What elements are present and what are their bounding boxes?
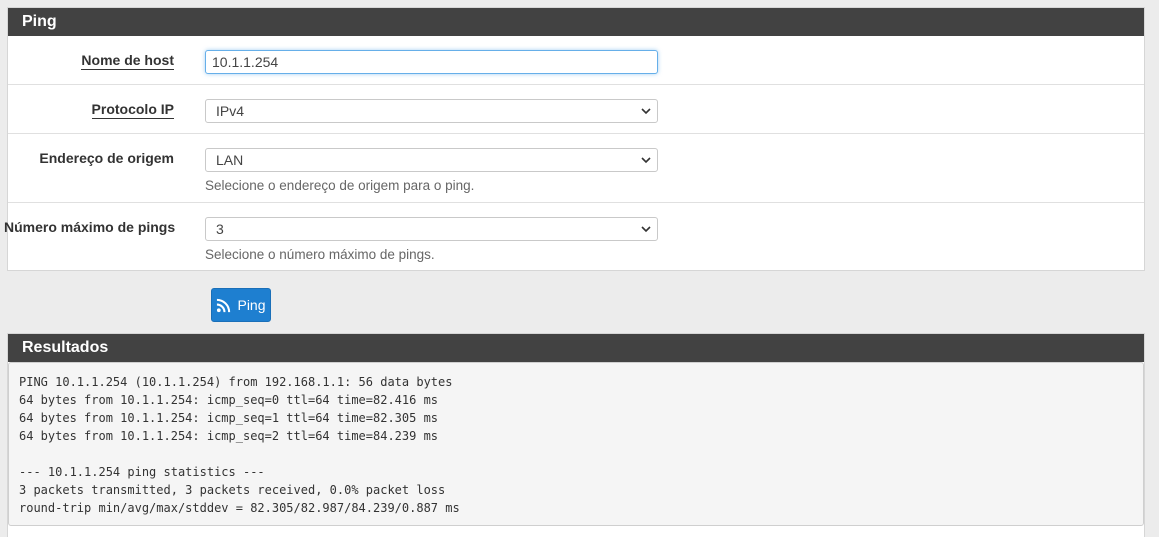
result-line: --- 10.1.1.254 ping statistics --- — [19, 465, 265, 479]
max-pings-value: 3 — [216, 221, 224, 237]
ip-protocol-row: Protocolo IP IPv4 — [8, 85, 1144, 134]
hostname-label: Nome de host — [81, 52, 174, 70]
results-panel: Resultados PING 10.1.1.254 (10.1.1.254) … — [7, 333, 1145, 537]
results-output: PING 10.1.1.254 (10.1.1.254) from 192.16… — [8, 362, 1144, 526]
result-blank-line — [19, 445, 1133, 463]
rss-icon — [217, 298, 231, 312]
max-pings-help: Selecione o número máximo de pings. — [205, 247, 435, 262]
hostname-input[interactable] — [205, 50, 658, 74]
result-line: round-trip min/avg/max/stddev = 82.305/8… — [19, 501, 460, 515]
source-address-help: Selecione o endereço de origem para o pi… — [205, 178, 475, 193]
ip-protocol-value: IPv4 — [216, 103, 245, 119]
source-address-row: Endereço de origem LAN Selecione o ender… — [8, 134, 1144, 203]
result-line: 64 bytes from 10.1.1.254: icmp_seq=2 ttl… — [19, 429, 439, 443]
max-pings-label: Número máximo de pings — [4, 219, 176, 235]
ping-button-label: Ping — [237, 297, 266, 313]
hostname-row: Nome de host — [8, 36, 1144, 85]
result-line: PING 10.1.1.254 (10.1.1.254) from 192.16… — [19, 375, 453, 389]
ping-page: Ping Nome de host Protocolo IP IPv4 Ende… — [0, 0, 1159, 537]
source-address-value: LAN — [216, 152, 244, 168]
ping-panel: Ping Nome de host Protocolo IP IPv4 Ende… — [4, 7, 1145, 272]
chevron-down-icon — [641, 157, 651, 164]
result-line: 64 bytes from 10.1.1.254: icmp_seq=0 ttl… — [19, 393, 439, 407]
max-pings-select[interactable]: 3 — [205, 217, 658, 241]
result-line: 3 packets transmitted, 3 packets receive… — [19, 483, 446, 497]
max-pings-row: Número máximo de pings 3 Selecione o núm… — [4, 203, 1144, 272]
ping-panel-title: Ping — [8, 8, 1144, 36]
chevron-down-icon — [641, 108, 651, 115]
source-address-select[interactable]: LAN — [205, 148, 658, 172]
ip-protocol-select[interactable]: IPv4 — [205, 99, 658, 123]
chevron-down-icon — [641, 226, 651, 233]
result-line: 64 bytes from 10.1.1.254: icmp_seq=1 ttl… — [19, 411, 439, 425]
ip-protocol-label: Protocolo IP — [91, 101, 174, 119]
source-address-label: Endereço de origem — [39, 150, 174, 166]
results-panel-title: Resultados — [8, 334, 1144, 362]
ping-button[interactable]: Ping — [211, 288, 271, 322]
